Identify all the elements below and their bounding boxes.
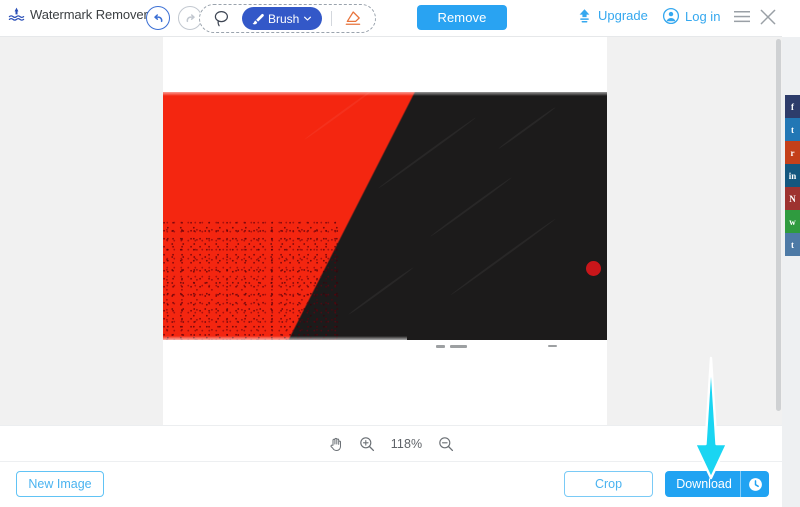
watermark-remover-app: Watermark Remover Brush Remove Upgrade L… — [0, 0, 800, 507]
upload-arrow-icon — [576, 7, 593, 24]
zoom-level-label: 118% — [390, 436, 423, 451]
brush-button[interactable]: Brush — [242, 7, 323, 30]
user-circle-icon — [662, 7, 680, 25]
photo-top-fade — [163, 92, 607, 96]
residual-mark-3 — [548, 345, 557, 347]
bottom-action-bar: New Image Crop Download — [0, 461, 782, 507]
watermark-logo-icon — [8, 6, 25, 23]
pinterest-icon: N — [789, 193, 796, 204]
photo-grain-texture — [163, 220, 341, 340]
upgrade-label: Upgrade — [598, 8, 648, 23]
social-share-rail: f t r in Nw t — [782, 37, 800, 507]
app-title: Watermark Remover — [30, 7, 148, 22]
source-photo[interactable] — [163, 92, 607, 340]
toolbar-divider — [331, 11, 333, 26]
undo-button[interactable] — [146, 6, 170, 30]
topbar-right-filler — [782, 0, 800, 37]
undo-redo-group — [146, 6, 202, 30]
social-share-pinterest[interactable]: N — [785, 187, 800, 210]
app-brand: Watermark Remover — [8, 6, 148, 23]
residual-mark-2 — [450, 345, 467, 348]
social-share-reddit[interactable]: r — [785, 141, 800, 164]
hamburger-menu-icon[interactable] — [733, 9, 751, 24]
social-rail-top-cap — [782, 74, 800, 94]
login-button[interactable]: Log in — [662, 7, 720, 25]
red-brush-dot — [586, 261, 601, 276]
close-x-icon[interactable] — [759, 8, 777, 26]
twitter-icon: t — [791, 124, 794, 135]
canvas-vertical-scrollbar[interactable] — [775, 37, 782, 425]
upgrade-button[interactable]: Upgrade — [576, 7, 648, 24]
download-button[interactable]: Download — [665, 471, 769, 497]
brush-label: Brush — [268, 11, 300, 26]
social-share-linkedin[interactable]: in — [785, 164, 800, 187]
whatsapp-icon: w — [789, 216, 796, 227]
login-label: Log in — [685, 8, 721, 24]
download-history-button[interactable] — [740, 471, 769, 497]
download-label: Download — [676, 477, 732, 491]
social-share-facebook[interactable]: f — [785, 95, 800, 118]
residual-mark-1 — [436, 345, 445, 348]
crop-button[interactable]: Crop — [564, 471, 653, 497]
linkedin-icon: in — [788, 170, 797, 181]
reddit-icon: r — [790, 147, 795, 158]
new-image-button[interactable]: New Image — [16, 471, 104, 497]
chevron-down-icon — [303, 14, 312, 23]
social-share-twitter[interactable]: t — [785, 118, 800, 141]
top-toolbar: Watermark Remover Brush Remove Upgrade L… — [0, 0, 800, 37]
social-share-list: f t r in Nw t — [785, 95, 800, 256]
tool-group: Brush — [199, 4, 377, 33]
eraser-icon[interactable] — [341, 8, 365, 30]
brush-icon — [250, 12, 264, 26]
image-page[interactable] — [163, 37, 607, 425]
zoom-in-icon[interactable] — [359, 435, 376, 452]
social-share-whatsapp[interactable]: w — [785, 210, 800, 233]
zoom-toolbar: 118% — [0, 425, 782, 461]
zoom-out-icon[interactable] — [438, 435, 455, 452]
photo-bottom-fade — [163, 336, 408, 340]
social-share-tumblr[interactable]: t — [785, 233, 800, 256]
lasso-icon[interactable] — [210, 8, 233, 30]
editor-workspace — [0, 37, 782, 425]
tumblr-icon: t — [791, 239, 794, 250]
clock-icon — [748, 477, 763, 492]
hand-pan-icon[interactable] — [328, 435, 345, 452]
remove-button[interactable]: Remove — [417, 5, 507, 30]
facebook-icon: f — [791, 101, 794, 112]
